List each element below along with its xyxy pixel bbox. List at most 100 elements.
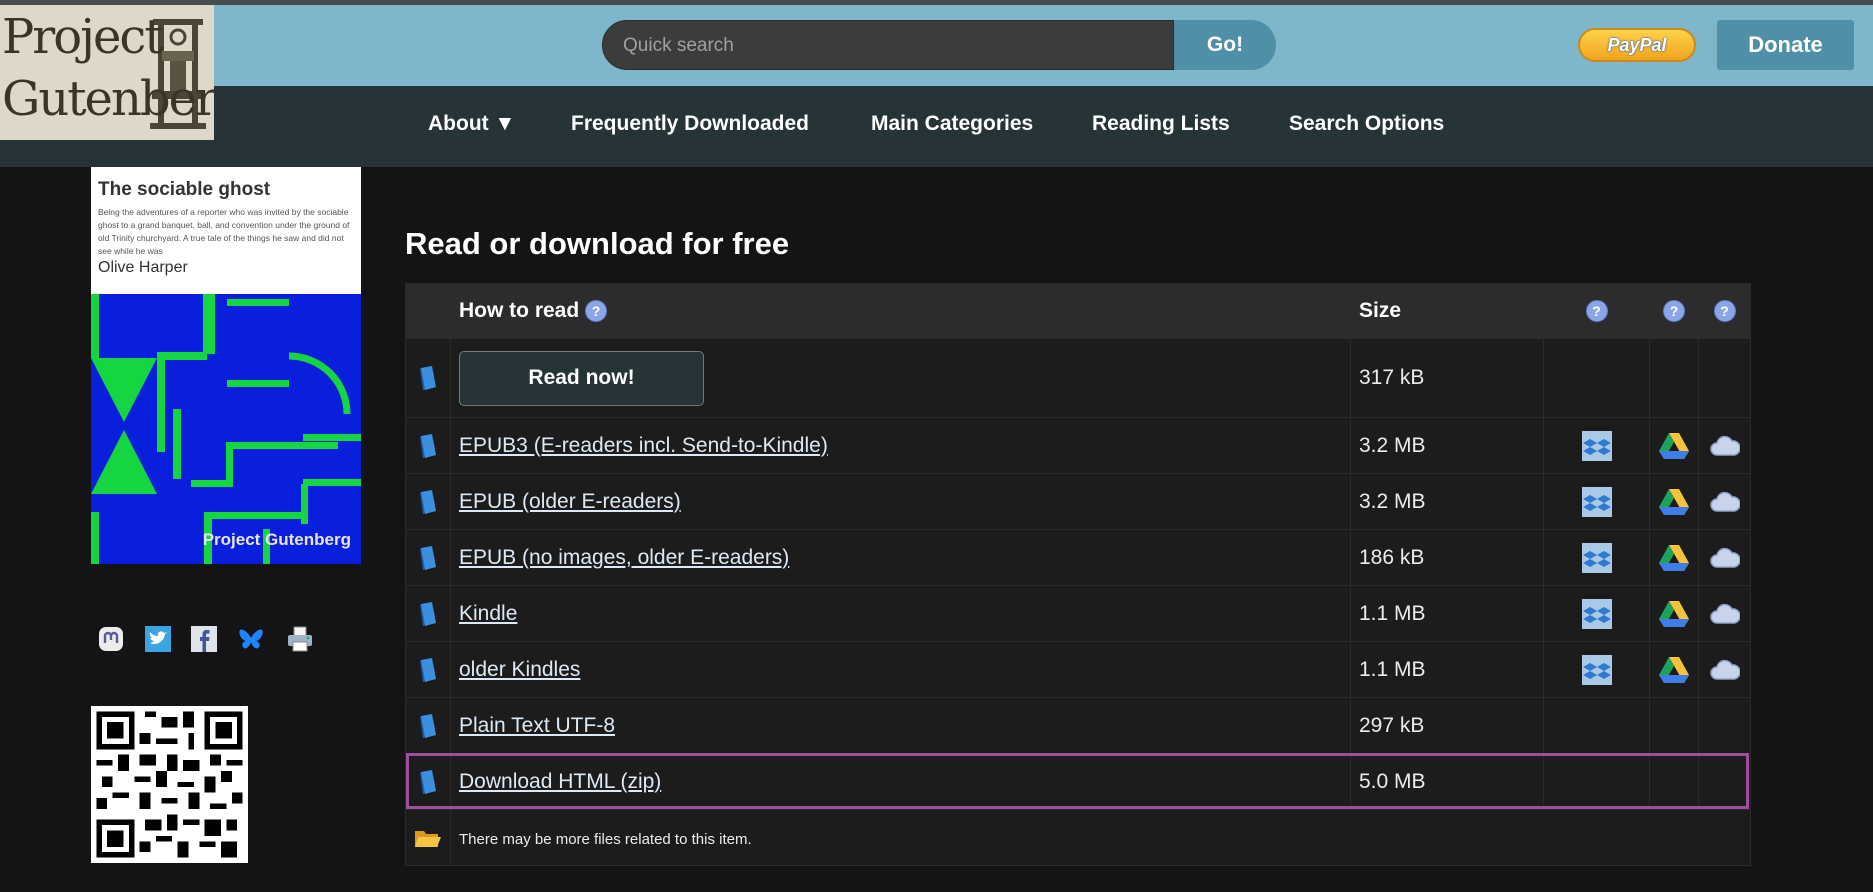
- file-link-cell: EPUB3 (E-readers incl. Send-to-Kindle): [450, 417, 1351, 474]
- table-row-html-zip: Download HTML (zip) 5.0 MB: [405, 753, 1751, 810]
- nav-frequently-downloaded[interactable]: Frequently Downloaded: [571, 112, 809, 136]
- more-files-cell: There may be more files related to this …: [450, 809, 1751, 866]
- onedrive-icon[interactable]: [1709, 435, 1740, 457]
- print-icon[interactable]: [286, 625, 314, 653]
- file-link-cell: Download HTML (zip): [450, 753, 1351, 810]
- cover-text-area: The sociable ghost Being the adventures …: [91, 167, 361, 294]
- read-now-button[interactable]: Read now!: [459, 350, 704, 406]
- header-how-to-read: How to read ?: [450, 283, 1351, 339]
- page-heading: Read or download for free: [405, 226, 790, 261]
- google-drive-icon[interactable]: [1658, 599, 1690, 629]
- book-icon: [420, 366, 436, 390]
- twitter-icon[interactable]: [144, 625, 172, 653]
- qr-code: [91, 706, 248, 863]
- dropbox-cell: [1543, 473, 1650, 530]
- file-link-cell: EPUB (older E-readers): [450, 473, 1351, 530]
- book-cell: [405, 473, 451, 530]
- empty-cell: [1543, 338, 1650, 418]
- file-link-epub3[interactable]: EPUB3 (E-readers incl. Send-to-Kindle): [459, 434, 828, 457]
- dropbox-icon[interactable]: [1581, 598, 1612, 629]
- dropbox-icon[interactable]: [1581, 486, 1612, 517]
- dropbox-icon[interactable]: [1581, 542, 1612, 573]
- table-row-kindle: Kindle 1.1 MB: [405, 585, 1751, 642]
- nav-about[interactable]: About ▼: [428, 112, 515, 136]
- book-icon: [420, 545, 436, 570]
- onedrive-icon[interactable]: [1709, 547, 1740, 569]
- help-icon[interactable]: ?: [1663, 300, 1685, 323]
- header-onedrive-help: ?: [1698, 283, 1751, 339]
- table-row-plain-text: Plain Text UTF-8 297 kB: [405, 697, 1751, 754]
- book-icon: [420, 657, 436, 682]
- file-size: 3.2 MB: [1350, 417, 1544, 474]
- table-row-read-now: Read now! 317 kB: [405, 338, 1751, 418]
- empty-cell: [1649, 338, 1699, 418]
- book-icon: [420, 769, 436, 794]
- facebook-icon[interactable]: [190, 625, 218, 653]
- nav-reading-lists[interactable]: Reading Lists: [1092, 112, 1230, 136]
- empty-cell: [1649, 753, 1699, 810]
- empty-cell: [1543, 753, 1650, 810]
- file-link-plain-text[interactable]: Plain Text UTF-8: [459, 714, 615, 737]
- dropbox-icon[interactable]: [1581, 430, 1612, 461]
- paypal-button[interactable]: PayPal: [1578, 28, 1696, 62]
- dropbox-icon[interactable]: [1581, 654, 1612, 685]
- empty-cell: [1543, 697, 1650, 754]
- book-cell: [405, 585, 451, 642]
- drive-cell: [1649, 417, 1699, 474]
- help-icon[interactable]: ?: [585, 300, 608, 323]
- more-files-note: There may be more files related to this …: [459, 830, 752, 848]
- file-size: 1.1 MB: [1350, 641, 1544, 698]
- donate-button[interactable]: Donate: [1717, 20, 1854, 70]
- mastodon-icon[interactable]: [97, 625, 125, 653]
- nav-search-options[interactable]: Search Options: [1289, 112, 1444, 136]
- table-row-epub3: EPUB3 (E-readers incl. Send-to-Kindle) 3…: [405, 417, 1751, 474]
- file-link-kindle[interactable]: Kindle: [459, 602, 517, 625]
- onedrive-icon[interactable]: [1709, 603, 1740, 625]
- google-drive-icon[interactable]: [1658, 543, 1690, 573]
- header-size: Size: [1350, 283, 1544, 339]
- book-cell: [405, 697, 451, 754]
- book-icon: [420, 433, 436, 458]
- search-input[interactable]: [621, 21, 1165, 71]
- file-size: 297 kB: [1350, 697, 1544, 754]
- file-link-epub[interactable]: EPUB (older E-readers): [459, 490, 681, 513]
- cover-pattern: [91, 294, 361, 564]
- google-drive-icon[interactable]: [1658, 487, 1690, 517]
- empty-cell: [1698, 697, 1751, 754]
- help-icon[interactable]: ?: [1713, 300, 1736, 323]
- table-row-epub: EPUB (older E-readers) 3.2 MB: [405, 473, 1751, 530]
- table-row-older-kindles: older Kindles 1.1 MB: [405, 641, 1751, 698]
- search-go-button[interactable]: Go!: [1174, 20, 1276, 70]
- download-table: How to read ? Size ? ? ? Read now! 317 k…: [405, 283, 1751, 866]
- file-link-epub-noimages[interactable]: EPUB (no images, older E-readers): [459, 546, 789, 569]
- file-link-cell: Plain Text UTF-8: [450, 697, 1351, 754]
- drive-cell: [1649, 585, 1699, 642]
- cover-author: Olive Harper: [98, 259, 188, 276]
- drive-cell: [1649, 473, 1699, 530]
- cover-title: The sociable ghost: [98, 179, 271, 200]
- empty-cell: [1698, 753, 1751, 810]
- help-icon[interactable]: ?: [1585, 300, 1608, 323]
- drive-cell: [1649, 529, 1699, 586]
- header-how-label: How to read: [459, 299, 580, 322]
- drive-cell: [1649, 641, 1699, 698]
- file-size: 3.2 MB: [1350, 473, 1544, 530]
- header-spacer: [405, 283, 451, 339]
- table-row-epub-noimages: EPUB (no images, older E-readers) 186 kB: [405, 529, 1751, 586]
- site-logo[interactable]: Project Gutenberg: [0, 5, 214, 140]
- google-drive-icon[interactable]: [1658, 655, 1690, 685]
- onedrive-icon[interactable]: [1709, 659, 1740, 681]
- file-link-html-zip[interactable]: Download HTML (zip): [459, 770, 661, 793]
- book-cell: [405, 753, 451, 810]
- book-cell: [405, 529, 451, 586]
- book-icon: [420, 601, 436, 626]
- file-link-older-kindles[interactable]: older Kindles: [459, 658, 580, 681]
- header-drive-help: ?: [1649, 283, 1699, 339]
- onedrive-icon[interactable]: [1709, 491, 1740, 513]
- file-size: 186 kB: [1350, 529, 1544, 586]
- bluesky-icon[interactable]: [237, 625, 265, 653]
- google-drive-icon[interactable]: [1658, 431, 1690, 461]
- nav-main-categories[interactable]: Main Categories: [871, 112, 1033, 136]
- empty-cell: [1649, 697, 1699, 754]
- dropbox-cell: [1543, 585, 1650, 642]
